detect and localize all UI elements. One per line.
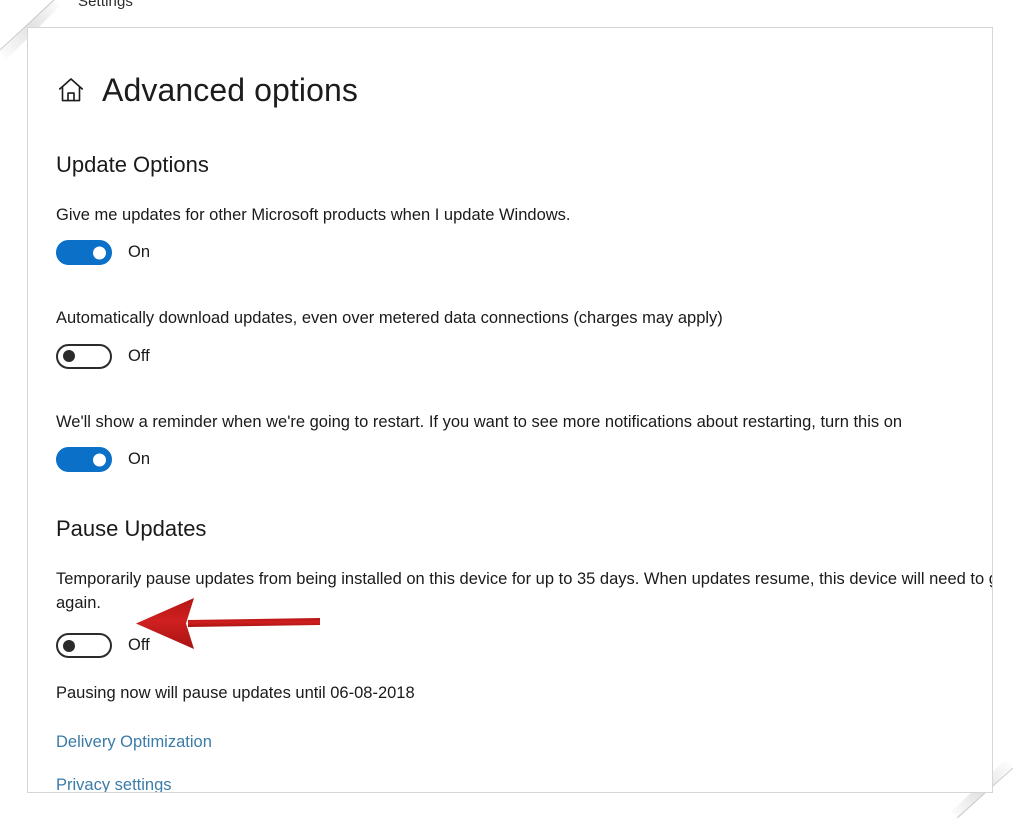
toggle-label-restart-reminder: On (128, 450, 151, 469)
toggle-pause-updates[interactable] (56, 633, 112, 659)
page-header: Advanced options (56, 66, 992, 114)
link-privacy-settings[interactable]: Privacy settings (56, 776, 172, 792)
toggle-knob (63, 350, 75, 363)
toggle-knob (93, 453, 106, 467)
toggle-label-give-me-updates: On (128, 243, 151, 262)
section-heading-pause-updates: Pause Updates (56, 516, 207, 542)
link-delivery-optimization[interactable]: Delivery Optimization (56, 733, 212, 752)
toggle-label-auto-download-metered: Off (128, 346, 150, 365)
toggle-row-restart-reminder[interactable]: On (56, 447, 151, 473)
home-icon[interactable] (56, 75, 86, 105)
settings-window: Advanced options Update Options Give me … (27, 27, 993, 793)
toggle-knob (63, 639, 75, 652)
toggle-row-pause-updates[interactable]: Off (56, 633, 150, 659)
pause-until-note: Pausing now will pause updates until 06-… (56, 684, 415, 703)
toggle-give-me-updates[interactable] (56, 240, 112, 266)
toggle-row-auto-download-metered[interactable]: Off (56, 343, 150, 369)
toggle-auto-download-metered[interactable] (56, 343, 112, 369)
toggle-row-give-me-updates[interactable]: On (56, 240, 151, 266)
setting-description-restart-reminder: We'll show a reminder when we're going t… (56, 412, 903, 431)
setting-description-auto-download-metered: Automatically download updates, even ove… (56, 309, 723, 328)
toggle-label-pause-updates: Off (128, 636, 150, 655)
setting-description-give-me-updates: Give me updates for other Microsoft prod… (56, 206, 571, 224)
section-heading-update-options: Update Options (56, 152, 209, 177)
chrome-window-title: Settings (78, 0, 133, 10)
toggle-knob (93, 246, 106, 260)
settings-content: Advanced options Update Options Give me … (28, 28, 992, 792)
setting-description-pause-updates: Temporarily pause updates from being ins… (56, 570, 992, 612)
screenshot-canvas: Settings Advanced options Update Options… (0, 0, 1013, 818)
page-title: Advanced options (102, 71, 359, 108)
toggle-restart-reminder[interactable] (56, 447, 112, 473)
